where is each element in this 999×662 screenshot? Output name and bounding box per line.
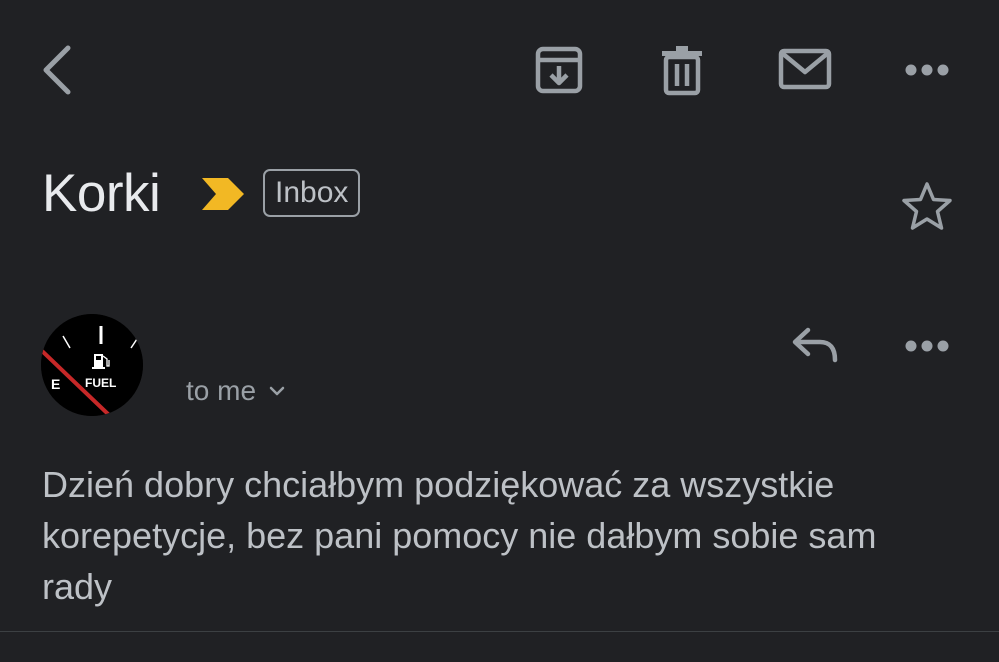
gauge-fuel-label: FUEL xyxy=(85,376,116,390)
more-horizontal-icon xyxy=(905,64,949,76)
email-subject: Korki xyxy=(42,164,161,223)
chevron-down-icon xyxy=(269,386,285,396)
sender-name[interactable] xyxy=(186,320,456,346)
delete-button[interactable] xyxy=(657,43,707,97)
sender-avatar[interactable]: E FUEL xyxy=(41,314,143,416)
archive-icon xyxy=(535,46,583,94)
back-button[interactable] xyxy=(36,40,80,100)
email-body: Dzień dobry chciałbym podziękować za wsz… xyxy=(42,464,877,607)
star-button[interactable] xyxy=(900,180,954,237)
divider xyxy=(0,631,999,632)
reply-button[interactable] xyxy=(788,322,842,366)
gauge-e-label: E xyxy=(51,376,60,392)
message-more-button[interactable] xyxy=(902,332,952,360)
recipient-details-toggle[interactable]: to me xyxy=(186,372,286,410)
more-horizontal-icon xyxy=(905,340,949,352)
more-options-button[interactable] xyxy=(902,56,952,84)
recipient-label: to me xyxy=(186,375,257,406)
chevron-left-icon xyxy=(43,45,71,95)
inbox-label-chip[interactable]: Inbox xyxy=(263,169,361,217)
mark-unread-button[interactable] xyxy=(776,46,834,92)
trash-icon xyxy=(662,46,702,96)
fuel-gauge-icon: E FUEL xyxy=(41,314,143,416)
star-icon xyxy=(902,182,952,230)
mail-icon xyxy=(778,48,832,90)
archive-button[interactable] xyxy=(532,44,586,96)
important-marker-icon[interactable] xyxy=(200,176,246,217)
reply-icon xyxy=(792,327,838,363)
